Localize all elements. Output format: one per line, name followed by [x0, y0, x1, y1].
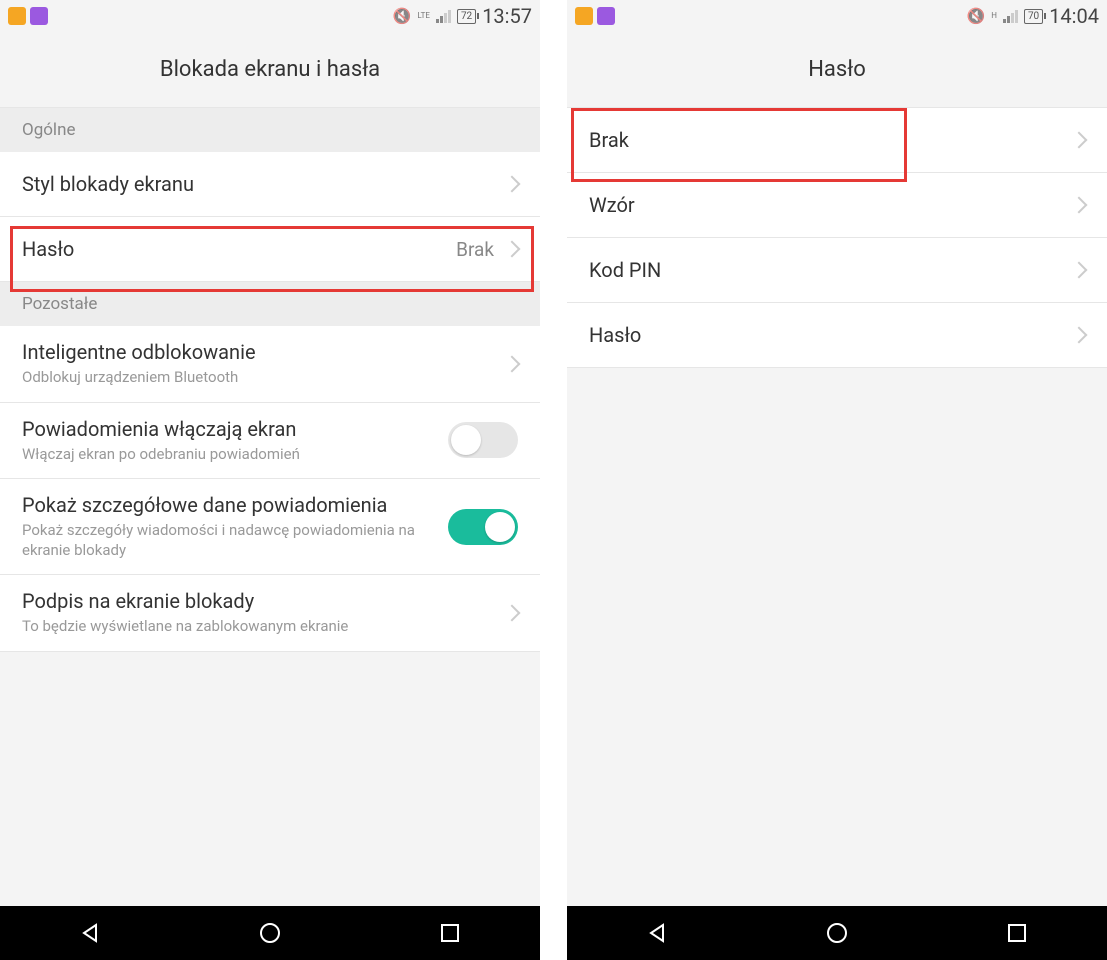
status-bar: 🔇 LTE 72 13:57 [0, 0, 540, 32]
chevron-right-icon [1071, 197, 1088, 214]
item-password[interactable]: Hasło Brak [0, 217, 540, 282]
toggle-switch[interactable] [448, 509, 518, 545]
nav-back-button[interactable] [644, 920, 670, 946]
item-value: Brak [456, 238, 494, 261]
chevron-right-icon [504, 355, 521, 372]
phone-screen-left: 🔇 LTE 72 13:57 Blokada ekranu i hasła Og… [0, 0, 540, 960]
notification-icon-1 [575, 7, 593, 25]
item-lock-signature[interactable]: Podpis na ekranie blokady To będzie wyśw… [0, 575, 540, 652]
item-subtitle: Pokaż szczegóły wiadomości i nadawcę pow… [22, 521, 448, 560]
item-smart-unlock[interactable]: Inteligentne odblokowanie Odblokuj urząd… [0, 326, 540, 403]
notification-icon-1 [8, 7, 26, 25]
password-options-list: Brak Wzór Kod PIN Hasło [567, 108, 1107, 906]
item-subtitle: To będzie wyświetlane na zablokowanym ek… [22, 617, 506, 637]
chevron-right-icon [1071, 327, 1088, 344]
clock: 13:57 [482, 4, 532, 28]
option-pin[interactable]: Kod PIN [567, 238, 1107, 303]
toggle-switch[interactable] [448, 422, 518, 458]
item-label: Inteligentne odblokowanie [22, 340, 506, 364]
option-none[interactable]: Brak [567, 108, 1107, 173]
item-label: Styl blokady ekranu [22, 172, 506, 196]
item-notification-details[interactable]: Pokaż szczegółowe dane powiadomienia Pok… [0, 479, 540, 575]
settings-list: Ogólne Styl blokady ekranu Hasło Brak Po… [0, 108, 540, 906]
item-label: Powiadomienia włączają ekran [22, 417, 448, 441]
option-pattern[interactable]: Wzór [567, 173, 1107, 238]
signal-icon [1003, 9, 1018, 23]
nav-recent-button[interactable] [437, 920, 463, 946]
item-subtitle: Włączaj ekran po odebraniu powiadomień [22, 445, 448, 465]
signal-icon [436, 9, 451, 23]
network-type: H [991, 12, 997, 20]
page-title: Blokada ekranu i hasła [160, 57, 380, 82]
clock: 14:04 [1049, 4, 1099, 28]
chevron-right-icon [504, 241, 521, 258]
mute-icon: 🔇 [967, 7, 986, 25]
section-other: Pozostałe [0, 282, 540, 326]
battery-icon: 72 [457, 9, 476, 24]
nav-bar [567, 906, 1107, 960]
nav-recent-button[interactable] [1004, 920, 1030, 946]
nav-home-button[interactable] [824, 920, 850, 946]
phone-screen-right: 🔇 H 70 14:04 Hasło Brak Wzór Kod PIN Has… [567, 0, 1107, 960]
item-label: Podpis na ekranie blokady [22, 589, 506, 613]
section-general: Ogólne [0, 108, 540, 152]
notification-icon-2 [30, 7, 48, 25]
item-lock-style[interactable]: Styl blokady ekranu [0, 152, 540, 217]
item-label: Pokaż szczegółowe dane powiadomienia [22, 493, 448, 517]
nav-bar [0, 906, 540, 960]
chevron-right-icon [504, 604, 521, 621]
option-label: Kod PIN [589, 258, 1073, 282]
option-label: Hasło [589, 323, 1073, 347]
item-label: Hasło [22, 237, 456, 261]
battery-icon: 70 [1024, 9, 1043, 24]
chevron-right-icon [1071, 262, 1088, 279]
option-label: Wzór [589, 193, 1073, 217]
item-notifications-wake[interactable]: Powiadomienia włączają ekran Włączaj ekr… [0, 403, 540, 480]
status-bar: 🔇 H 70 14:04 [567, 0, 1107, 32]
nav-back-button[interactable] [77, 920, 103, 946]
item-subtitle: Odblokuj urządzeniem Bluetooth [22, 368, 506, 388]
network-type: LTE [417, 12, 430, 20]
page-header: Blokada ekranu i hasła [0, 32, 540, 108]
page-header: Hasło [567, 32, 1107, 108]
mute-icon: 🔇 [393, 7, 412, 25]
option-password[interactable]: Hasło [567, 303, 1107, 368]
notification-icon-2 [597, 7, 615, 25]
page-title: Hasło [808, 57, 866, 82]
chevron-right-icon [504, 176, 521, 193]
option-label: Brak [589, 128, 1073, 152]
chevron-right-icon [1071, 132, 1088, 149]
nav-home-button[interactable] [257, 920, 283, 946]
